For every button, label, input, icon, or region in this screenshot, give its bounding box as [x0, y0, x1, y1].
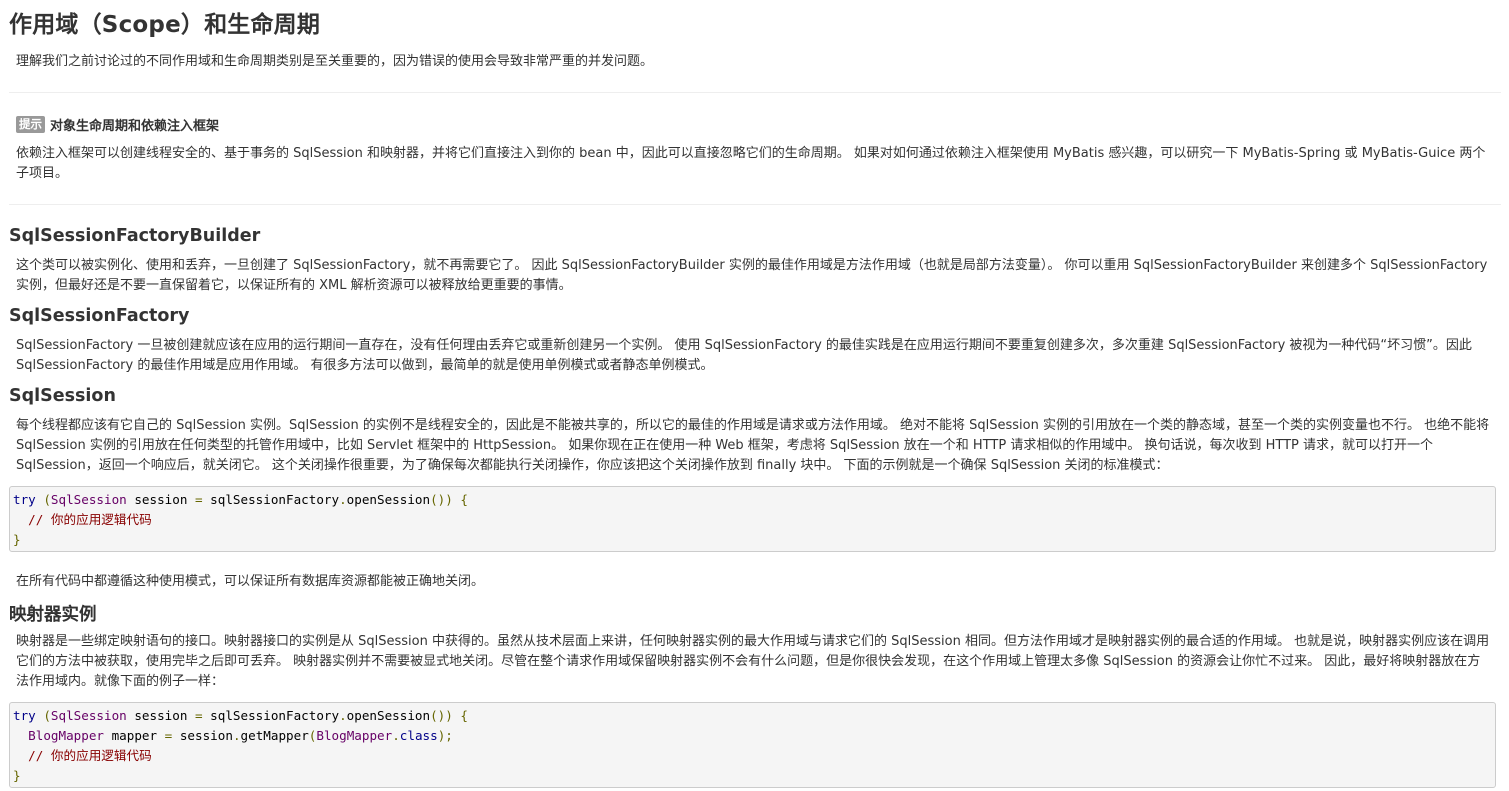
code-block-mapper: try (SqlSession session = sqlSessionFact…: [9, 702, 1496, 788]
section-title-sqlsession: SqlSession: [9, 386, 116, 406]
section-text-mapper-instance: 映射器是一些绑定映射语句的接口。映射器接口的实例是从 SqlSession 中获…: [16, 634, 1490, 689]
code-token: }: [13, 532, 21, 547]
code-token: session: [126, 708, 195, 723]
code-token: try: [13, 492, 36, 507]
code-token: (: [35, 708, 51, 723]
code-line: // 你的应用逻辑代码: [13, 510, 1495, 530]
section-text-sqlsessionfactory: SqlSessionFactory 一旦被创建就应该在应用的运行期间一直存在，没…: [16, 338, 1472, 373]
code-token: .: [392, 728, 400, 743]
documentation-page: 作用域（Scope）和生命周期 理解我们之前讨论过的不同作用域和生命周期类别是至…: [0, 0, 1509, 791]
code-token: SqlSession: [50, 492, 127, 507]
code-token: getMapper: [240, 728, 309, 743]
code-token: BlogMapper: [28, 728, 104, 743]
code-token: .: [232, 728, 241, 743]
section-title-sqlsessionfactorybuilder: SqlSessionFactoryBuilder: [9, 226, 261, 246]
callout-title: 对象生命周期和依赖注入框架: [50, 119, 220, 134]
code-token: try: [13, 708, 36, 723]
code-token: SqlSession: [50, 708, 127, 723]
code-line: BlogMapper mapper = session.getMapper(Bl…: [13, 726, 1495, 746]
code-token: .: [339, 708, 347, 723]
code-comment: // 你的应用逻辑代码: [28, 748, 152, 763]
section-text-sqlsession: 每个线程都应该有它自己的 SqlSession 实例。SqlSession 的实…: [16, 418, 1490, 473]
code-token: mapper: [104, 728, 165, 743]
code-token: openSession: [346, 492, 431, 507]
code-line: }: [13, 530, 1495, 550]
code-comment: // 你的应用逻辑代码: [28, 512, 152, 527]
code-token: ()) {: [430, 708, 468, 723]
code-block-sqlsession: try (SqlSession session = sqlSessionFact…: [9, 486, 1496, 552]
code-line: try (SqlSession session = sqlSessionFact…: [13, 490, 1495, 510]
page-title: 作用域（Scope）和生命周期: [9, 12, 321, 38]
code-line: try (SqlSession session = sqlSessionFact…: [13, 706, 1495, 726]
code-token: (: [35, 492, 51, 507]
code-token: ()) {: [430, 492, 468, 507]
code-token: =: [195, 708, 203, 723]
tip-badge: 提示: [16, 116, 45, 133]
code-token: session: [172, 728, 233, 743]
intro-paragraph: 理解我们之前讨论过的不同作用域和生命周期类别是至关重要的，因为错误的使用会导致非…: [16, 54, 654, 69]
code-line: }: [13, 766, 1495, 786]
code-token: }: [13, 768, 21, 783]
code-token: =: [195, 492, 203, 507]
divider-top: [9, 92, 1501, 93]
section-title-mapper-instance: 映射器实例: [9, 605, 97, 625]
section-after-text-sqlsession: 在所有代码中都遵循这种使用模式，可以保证所有数据库资源都能被正确地关闭。: [16, 574, 485, 589]
divider-bottom: [9, 204, 1501, 205]
callout-heading: 提示 对象生命周期和依赖注入框架: [16, 115, 219, 134]
code-line: // 你的应用逻辑代码: [13, 746, 1495, 766]
code-token: session: [126, 492, 195, 507]
code-token: sqlSessionFactory: [202, 708, 340, 723]
code-token: BlogMapper: [316, 728, 393, 743]
code-token: class: [399, 728, 438, 743]
section-text-sqlsessionfactorybuilder: 这个类可以被实例化、使用和丢弃，一旦创建了 SqlSessionFactory，…: [16, 258, 1488, 293]
code-token: .: [339, 492, 347, 507]
section-title-sqlsessionfactory: SqlSessionFactory: [9, 306, 190, 326]
code-token: );: [437, 728, 453, 743]
callout-text: 依赖注入框架可以创建线程安全的、基于事务的 SqlSession 和映射器，并将…: [16, 146, 1486, 181]
code-token: sqlSessionFactory: [202, 492, 340, 507]
code-token: openSession: [346, 708, 431, 723]
